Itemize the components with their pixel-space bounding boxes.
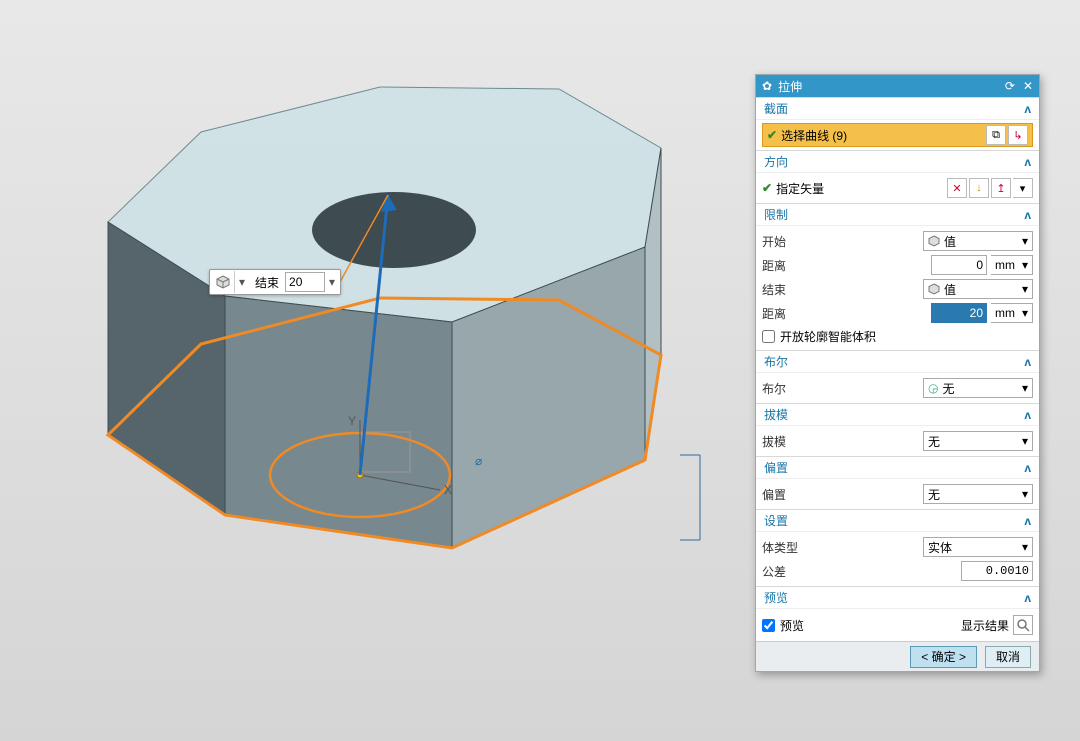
open-profile-checkbox[interactable] bbox=[762, 330, 775, 343]
boolean-dropdown[interactable]: ◶ 无 ▾ bbox=[923, 378, 1033, 398]
tolerance-label: 公差 bbox=[762, 563, 812, 580]
cancel-button[interactable]: 取消 bbox=[985, 646, 1031, 668]
chevron-up-icon: ʌ bbox=[1024, 461, 1031, 475]
extrude-end-flyout[interactable]: ▾ 结束 ▾ bbox=[209, 269, 341, 295]
check-icon: ✔ bbox=[767, 128, 777, 142]
flyout-value-input[interactable] bbox=[285, 272, 325, 292]
dialog-title: 拉伸 bbox=[778, 78, 802, 95]
reverse-direction-icon[interactable]: ↥ bbox=[991, 178, 1011, 198]
end-distance-input[interactable] bbox=[931, 303, 987, 323]
tolerance-input[interactable] bbox=[961, 561, 1033, 581]
sketch-section-icon[interactable]: ⧉ bbox=[986, 125, 1006, 145]
cube-icon bbox=[211, 271, 235, 293]
draft-dropdown[interactable]: 无▾ bbox=[923, 431, 1033, 451]
section-header-boolean[interactable]: 布尔 ʌ bbox=[756, 350, 1039, 372]
section-header-limit[interactable]: 限制 ʌ bbox=[756, 203, 1039, 225]
start-distance-label: 距离 bbox=[762, 257, 812, 274]
reset-icon[interactable]: ⟳ bbox=[1005, 79, 1015, 93]
section-header-profile[interactable]: 截面 ʌ bbox=[756, 97, 1039, 119]
start-label: 开始 bbox=[762, 233, 812, 250]
chevron-up-icon: ʌ bbox=[1024, 514, 1031, 528]
cube-icon bbox=[928, 283, 940, 295]
chevron-up-icon: ʌ bbox=[1024, 408, 1031, 422]
section-header-direction[interactable]: 方向 ʌ bbox=[756, 150, 1039, 172]
none-icon: ◶ bbox=[928, 381, 938, 395]
ok-button[interactable]: < 确定 > bbox=[910, 646, 977, 668]
svg-text:Y: Y bbox=[348, 414, 356, 428]
section-header-preview[interactable]: 预览 ʌ bbox=[756, 586, 1039, 608]
cube-icon bbox=[928, 235, 940, 247]
section-header-settings[interactable]: 设置 ʌ bbox=[756, 509, 1039, 531]
dialog-footer: < 确定 > 取消 bbox=[756, 641, 1039, 671]
chevron-up-icon: ʌ bbox=[1024, 155, 1031, 169]
vector-constructor-icon[interactable]: ↓ bbox=[969, 178, 989, 198]
chevron-up-icon: ʌ bbox=[1024, 102, 1031, 116]
offset-label: 偏置 bbox=[762, 486, 812, 503]
gear-icon: ✿ bbox=[762, 79, 772, 93]
body-type-dropdown[interactable]: 实体▾ bbox=[923, 537, 1033, 557]
check-icon: ✔ bbox=[762, 181, 772, 195]
chevron-up-icon: ʌ bbox=[1024, 355, 1031, 369]
start-distance-input[interactable] bbox=[931, 255, 987, 275]
svg-text:⌀: ⌀ bbox=[475, 454, 482, 468]
chevron-down-icon[interactable]: ▾ bbox=[325, 275, 339, 289]
vector-dialog-icon[interactable]: ✕ bbox=[947, 178, 967, 198]
chevron-up-icon: ʌ bbox=[1024, 208, 1031, 222]
start-mode-dropdown[interactable]: 值 ▾ bbox=[923, 231, 1033, 251]
hole-top bbox=[312, 192, 476, 268]
select-curve-label: 选择曲线 (9) bbox=[781, 127, 847, 144]
chevron-up-icon: ʌ bbox=[1024, 591, 1031, 605]
dialog-titlebar[interactable]: ✿ 拉伸 ⟳ ✕ bbox=[756, 75, 1039, 97]
close-icon[interactable]: ✕ bbox=[1023, 79, 1033, 93]
end-unit-dropdown[interactable]: mm▾ bbox=[991, 303, 1033, 323]
end-label: 结束 bbox=[762, 281, 812, 298]
flyout-label: 结束 bbox=[249, 274, 285, 291]
open-profile-label: 开放轮廓智能体积 bbox=[780, 328, 876, 345]
extrude-dialog: ✿ 拉伸 ⟳ ✕ 截面 ʌ ✔ 选择曲线 (9) ⧉ ↳ 方向 ʌ ✔ 指定矢量 bbox=[755, 74, 1040, 672]
end-distance-label: 距离 bbox=[762, 305, 812, 322]
chevron-down-icon[interactable]: ▾ bbox=[1013, 178, 1033, 198]
body-type-label: 体类型 bbox=[762, 539, 812, 556]
preview-checkbox[interactable] bbox=[762, 619, 775, 632]
offset-dropdown[interactable]: 无▾ bbox=[923, 484, 1033, 504]
section-header-offset[interactable]: 偏置 ʌ bbox=[756, 456, 1039, 478]
select-curve-row[interactable]: ✔ 选择曲线 (9) ⧉ ↳ bbox=[762, 123, 1033, 147]
draft-label: 拔模 bbox=[762, 433, 812, 450]
show-result-label: 显示结果 bbox=[961, 617, 1009, 634]
start-unit-dropdown[interactable]: mm▾ bbox=[991, 255, 1033, 275]
chevron-down-icon[interactable]: ▾ bbox=[235, 275, 249, 289]
end-mode-dropdown[interactable]: 值 ▾ bbox=[923, 279, 1033, 299]
solid-side-2 bbox=[225, 296, 452, 548]
preview-checkbox-label: 预览 bbox=[780, 617, 804, 634]
svg-text:X: X bbox=[444, 483, 452, 497]
magnifier-icon[interactable] bbox=[1013, 615, 1033, 635]
curve-rule-icon[interactable]: ↳ bbox=[1008, 125, 1028, 145]
specify-vector-label: 指定矢量 bbox=[776, 180, 943, 197]
boolean-label: 布尔 bbox=[762, 380, 812, 397]
section-header-draft[interactable]: 拔模 ʌ bbox=[756, 403, 1039, 425]
